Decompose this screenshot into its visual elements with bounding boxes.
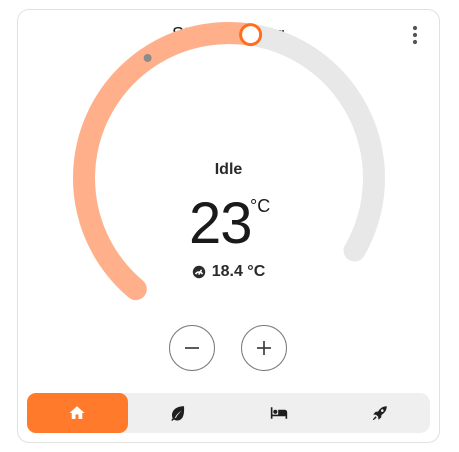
mode-sleep-button[interactable] xyxy=(229,393,330,433)
decrease-temperature-button[interactable] xyxy=(169,325,215,371)
current-temperature: 18.4 °C xyxy=(18,263,439,281)
current-temperature-value: 18.4 °C xyxy=(211,263,266,280)
current-temperature-marker xyxy=(143,53,152,62)
mode-boost-button[interactable] xyxy=(329,393,430,433)
thermostat-card: Study Heating Idle 23 °C 18.4 °C xyxy=(17,9,440,443)
preset-mode-bar xyxy=(27,393,430,433)
leaf-icon xyxy=(171,406,185,422)
mode-home-button[interactable] xyxy=(27,393,128,433)
plus-icon xyxy=(257,341,271,355)
mode-eco-button[interactable] xyxy=(128,393,229,433)
thermometer-gauge-icon xyxy=(192,265,205,279)
target-temperature-handle[interactable] xyxy=(239,23,263,47)
target-temperature-value: 23 xyxy=(189,191,253,256)
hvac-action-label: Idle xyxy=(214,161,243,178)
home-icon xyxy=(69,406,85,419)
target-temperature-unit: °C xyxy=(250,196,271,216)
bed-icon xyxy=(270,407,288,419)
increase-temperature-button[interactable] xyxy=(241,325,287,371)
rocket-icon xyxy=(372,406,387,421)
minus-icon xyxy=(185,347,199,349)
